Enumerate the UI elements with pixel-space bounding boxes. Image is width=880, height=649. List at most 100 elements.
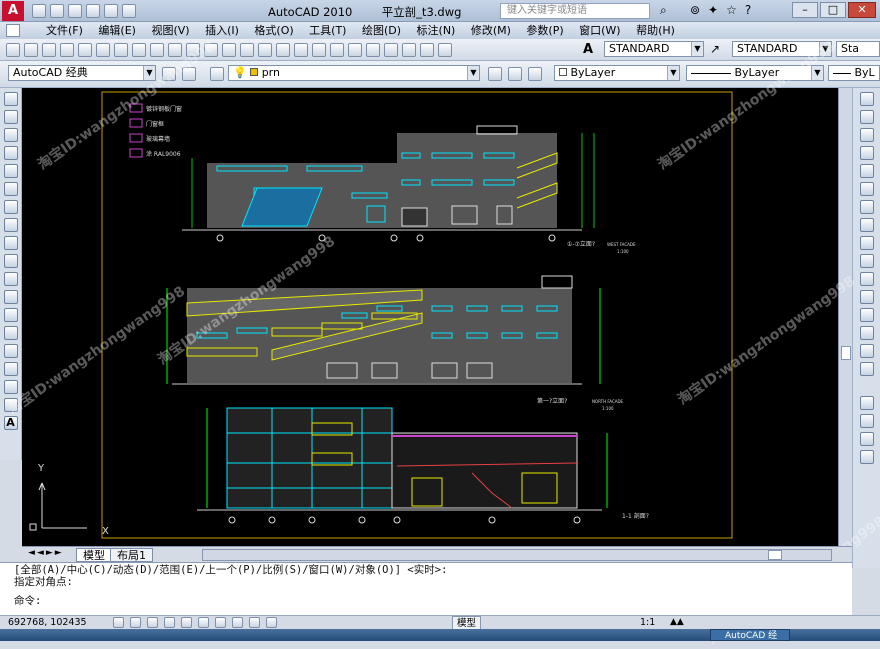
- multiline-text-icon[interactable]: A: [3, 416, 18, 430]
- join-icon[interactable]: [859, 308, 874, 322]
- make-block-icon[interactable]: [3, 308, 18, 322]
- open-icon[interactable]: [50, 4, 64, 18]
- break-icon[interactable]: [859, 290, 874, 304]
- text-style-select[interactable]: STANDARD ▼: [604, 41, 704, 57]
- extend-icon[interactable]: [859, 272, 874, 286]
- copy-icon[interactable]: [150, 43, 164, 57]
- dyn-icon[interactable]: [232, 617, 243, 628]
- menu-draw[interactable]: 绘图(D): [356, 22, 407, 39]
- maximize-icon[interactable]: □: [820, 2, 846, 18]
- menu-insert[interactable]: 插入(I): [199, 22, 245, 39]
- fillet-icon[interactable]: [859, 344, 874, 358]
- arc-icon[interactable]: [3, 182, 18, 196]
- ellipse-icon[interactable]: [3, 254, 18, 268]
- array-icon[interactable]: [859, 164, 874, 178]
- ortho-icon[interactable]: [147, 617, 158, 628]
- taskbar-app-item[interactable]: AutoCAD 经: [710, 629, 790, 641]
- annotation-visibility-icon[interactable]: ▲▲: [670, 616, 684, 629]
- revision-cloud-icon[interactable]: [3, 218, 18, 232]
- qp-icon[interactable]: [266, 617, 277, 628]
- paste-icon[interactable]: [168, 43, 182, 57]
- layer-previous-icon[interactable]: [508, 67, 522, 81]
- design-center-icon[interactable]: [348, 43, 362, 57]
- menu-help[interactable]: 帮助(H): [630, 22, 681, 39]
- chevron-down-icon[interactable]: ▼: [467, 66, 479, 80]
- circle-icon[interactable]: [3, 200, 18, 214]
- vertical-scrollbar[interactable]: [838, 88, 852, 546]
- snap-icon[interactable]: [113, 617, 124, 628]
- menu-tools[interactable]: 工具(T): [303, 22, 352, 39]
- chevron-down-icon[interactable]: ▼: [811, 66, 823, 80]
- polar-icon[interactable]: [164, 617, 175, 628]
- menu-dimension[interactable]: 标注(N): [411, 22, 462, 39]
- standard-tool-icons[interactable]: [4, 40, 574, 60]
- layer-state-icon[interactable]: [528, 67, 542, 81]
- menu-edit[interactable]: 编辑(E): [92, 22, 142, 39]
- save-icon[interactable]: [42, 43, 56, 57]
- draw-order-front-icon[interactable]: [859, 414, 874, 428]
- workspace-settings-icon[interactable]: [162, 67, 176, 81]
- save-icon[interactable]: [68, 4, 82, 18]
- zoom-previous-icon[interactable]: [312, 43, 326, 57]
- scrollbar-thumb[interactable]: [768, 550, 782, 560]
- menu-window[interactable]: 窗口(W): [573, 22, 626, 39]
- spline-icon[interactable]: [3, 236, 18, 250]
- menu-parametric[interactable]: 参数(P): [520, 22, 569, 39]
- polyline-icon[interactable]: [3, 128, 18, 142]
- hatch-icon[interactable]: [3, 344, 18, 358]
- draw-order-above-icon[interactable]: [859, 450, 874, 464]
- chamfer-icon[interactable]: [859, 326, 874, 340]
- gradient-icon[interactable]: [3, 362, 18, 376]
- plot-icon[interactable]: [122, 4, 136, 18]
- dim-style-select[interactable]: STANDARD ▼: [732, 41, 832, 57]
- point-icon[interactable]: [3, 326, 18, 340]
- close-icon[interactable]: ✕: [848, 2, 876, 18]
- 3d-dwf-icon[interactable]: [114, 43, 128, 57]
- app-logo-icon[interactable]: A: [2, 1, 24, 21]
- mirror-icon[interactable]: [859, 128, 874, 142]
- open-icon[interactable]: [24, 43, 38, 57]
- tab-layout1[interactable]: 布局1: [110, 548, 153, 562]
- make-layer-current-icon[interactable]: [488, 67, 502, 81]
- menu-view[interactable]: 视图(V): [145, 22, 195, 39]
- publish-icon[interactable]: [96, 43, 110, 57]
- command-window[interactable]: [全部(A)/中心(C)/动态(D)/范围(E)/上一个(P)/比例(S)/窗口…: [0, 562, 852, 615]
- quick-access-icons[interactable]: [30, 3, 180, 19]
- minimize-icon[interactable]: –: [792, 2, 818, 18]
- menu-modify[interactable]: 修改(M): [465, 22, 517, 39]
- pan-icon[interactable]: [258, 43, 272, 57]
- linetype-select[interactable]: ByLayer ▼: [686, 65, 824, 81]
- undo-icon[interactable]: [222, 43, 236, 57]
- ducs-icon[interactable]: [215, 617, 226, 628]
- tool-palettes-icon[interactable]: [366, 43, 380, 57]
- ellipse-arc-icon[interactable]: [3, 272, 18, 286]
- rectangle-icon[interactable]: [3, 164, 18, 178]
- scale-icon[interactable]: [859, 218, 874, 232]
- chevron-down-icon[interactable]: ▼: [143, 66, 155, 80]
- plot-icon[interactable]: [60, 43, 74, 57]
- layer-properties-icon[interactable]: [210, 67, 224, 81]
- block-editor-icon[interactable]: [204, 43, 218, 57]
- zoom-window-icon[interactable]: [294, 43, 308, 57]
- grid-icon[interactable]: [130, 617, 141, 628]
- match-properties-icon[interactable]: [186, 43, 200, 57]
- chevron-down-icon[interactable]: ▼: [691, 42, 703, 56]
- workspace-select[interactable]: AutoCAD 经典 ▼: [8, 65, 156, 81]
- draw-order-back-icon[interactable]: [859, 432, 874, 446]
- redo-icon[interactable]: [240, 43, 254, 57]
- menu-file[interactable]: 文件(F): [40, 22, 89, 39]
- copy-object-icon[interactable]: [859, 110, 874, 124]
- properties-icon[interactable]: [330, 43, 344, 57]
- scrollbar-thumb[interactable]: [841, 346, 851, 360]
- trim-icon[interactable]: [859, 254, 874, 268]
- offset-icon[interactable]: [859, 146, 874, 160]
- zoom-realtime-icon[interactable]: [276, 43, 290, 57]
- cut-icon[interactable]: [132, 43, 146, 57]
- markup-icon[interactable]: [402, 43, 416, 57]
- tab-nav-arrows[interactable]: ◄◄►►: [28, 548, 64, 558]
- search-input[interactable]: 键入关键字或短语: [500, 3, 650, 19]
- stretch-icon[interactable]: [859, 236, 874, 250]
- rotate-icon[interactable]: [859, 200, 874, 214]
- draw-order-icon[interactable]: [859, 396, 874, 410]
- quickcalc-icon[interactable]: [420, 43, 434, 57]
